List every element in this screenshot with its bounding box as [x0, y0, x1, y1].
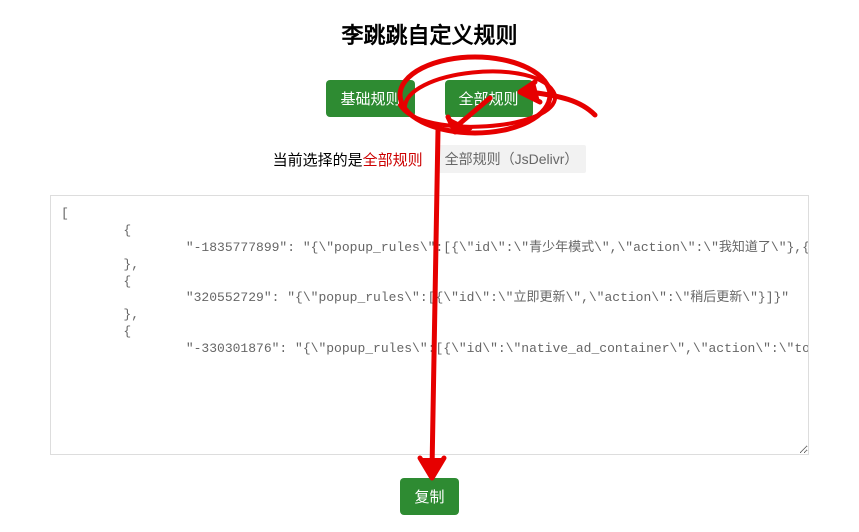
- current-selection-row: 当前选择的是全部规则 全部规则（JsDelivr）: [0, 145, 859, 173]
- rules-type-buttons: 基础规则 全部规则: [0, 80, 859, 117]
- all-rules-button[interactable]: 全部规则: [445, 80, 533, 117]
- current-selection-label: 当前选择的是全部规则: [273, 149, 423, 170]
- variant-badge[interactable]: 全部规则（JsDelivr）: [437, 145, 587, 173]
- page-title: 李跳跳自定义规则: [0, 18, 859, 50]
- current-selection-prefix: 当前选择的是: [273, 152, 363, 169]
- basic-rules-button[interactable]: 基础规则: [326, 80, 414, 117]
- rules-textarea[interactable]: [50, 195, 809, 455]
- current-selection-value: 全部规则: [363, 152, 423, 169]
- copy-button[interactable]: 复制: [400, 478, 458, 515]
